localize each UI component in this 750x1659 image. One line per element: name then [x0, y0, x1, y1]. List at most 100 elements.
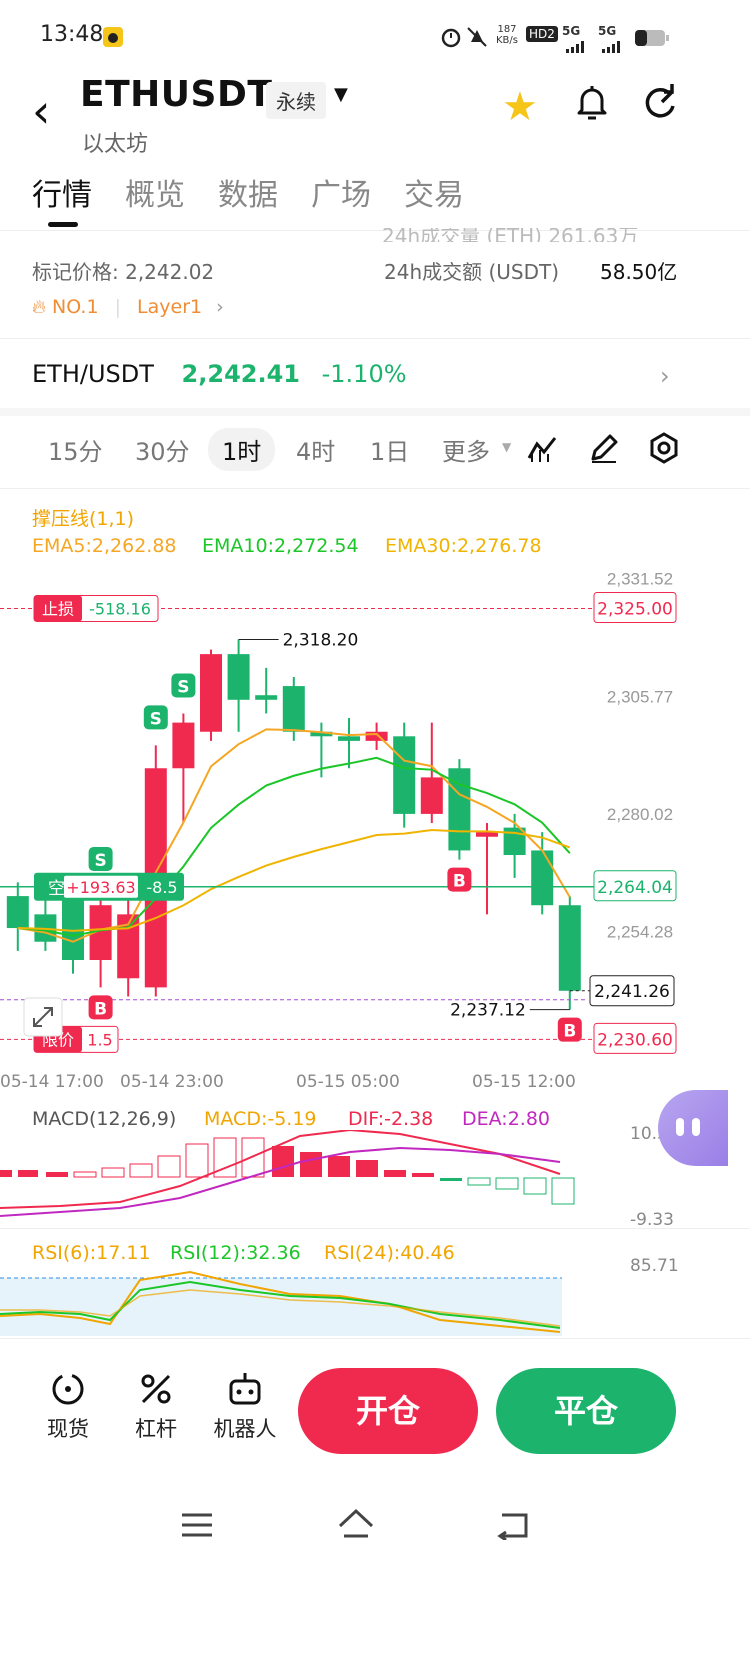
x-tick-label: 05-14 23:00 — [120, 1072, 224, 1092]
tf-1d[interactable]: 1日 — [370, 432, 409, 467]
candle — [531, 850, 554, 906]
candle — [338, 736, 360, 741]
turnover-value: 58.50亿 — [600, 260, 678, 284]
symbol-dropdown-icon[interactable]: ▼ — [334, 84, 348, 105]
candle — [255, 695, 278, 700]
marker-label: B — [94, 999, 107, 1019]
pair-chevron-icon[interactable]: › — [660, 362, 670, 390]
tf-more-caret-icon[interactable]: ▼ — [502, 440, 511, 454]
marker-label: S — [94, 851, 106, 871]
tab-trade[interactable]: 交易 — [404, 170, 464, 214]
stop-loss-pnl: -518.16 — [89, 599, 151, 618]
open-position-button[interactable]: 开仓 — [298, 1368, 478, 1454]
category-chevron-icon[interactable]: › — [216, 296, 224, 318]
tab-data[interactable]: 数据 — [218, 170, 278, 214]
contract-type-badge[interactable]: 永续 — [266, 82, 326, 119]
chart-settings-icon[interactable] — [648, 432, 680, 468]
menu-nav-icon[interactable] — [180, 1510, 214, 1544]
signal-bars-2-icon — [602, 38, 624, 57]
symbol-title[interactable]: ETHUSDT — [80, 74, 272, 115]
spot-icon — [52, 1373, 84, 1405]
macd-histogram — [0, 1137, 575, 1205]
status-bar: 13:48 187 KB/s HD2 5G 5G — [0, 0, 750, 80]
tab-square[interactable]: 广场 — [311, 170, 371, 214]
spot-button[interactable]: 现货 — [34, 1370, 102, 1443]
tf-15m[interactable]: 15分 — [48, 432, 103, 467]
back-nav-icon[interactable] — [494, 1510, 530, 1544]
tf-30m[interactable]: 30分 — [135, 432, 190, 467]
candle — [227, 654, 250, 700]
position-side: 空 — [48, 879, 65, 899]
candle — [6, 896, 29, 929]
pair-name: ETH/USDT — [32, 360, 154, 388]
marker-label: B — [453, 872, 466, 892]
candle — [558, 905, 581, 991]
alert-bell-icon[interactable] — [574, 82, 610, 126]
x-tick-label: 05-14 17:00 — [0, 1072, 104, 1092]
rsi-chart — [0, 1270, 562, 1336]
position-pnl: +193.63 — [66, 878, 135, 897]
back-button[interactable]: ‹ — [32, 88, 50, 134]
tf-4h[interactable]: 4时 — [296, 432, 335, 467]
last-price: 2,241.26 — [594, 982, 670, 1002]
rsi24-value: RSI(24):40.46 — [324, 1242, 455, 1264]
position-price: 2,264.04 — [597, 878, 673, 898]
share-refresh-icon[interactable] — [640, 82, 680, 126]
asset-name: 以太坊 — [82, 132, 149, 157]
tab-overview[interactable]: 概览 — [125, 170, 185, 214]
turnover-label: 24h成交额 (USDT) — [384, 260, 560, 284]
pair-change: -1.10% — [321, 360, 407, 388]
spot-pair-row[interactable]: ETH/USDT 2,242.41 -1.10% — [32, 360, 407, 388]
marker-label: S — [177, 677, 189, 697]
assistant-eye-icon — [692, 1118, 700, 1136]
limit-qty: 1.5 — [87, 1030, 112, 1049]
signal-5g-2: 5G — [598, 24, 617, 38]
robot-button[interactable]: 机器人 — [206, 1370, 284, 1443]
alarm-icon — [440, 26, 462, 52]
high-label: 2,318.20 — [283, 631, 359, 651]
stats-partial-row: 24h成交量 (ETH) 261.63万 — [382, 228, 639, 242]
draw-pencil-icon[interactable] — [588, 432, 620, 468]
category-tag[interactable]: Layer1 — [137, 296, 202, 318]
stop-loss-price: 2,325.00 — [597, 599, 673, 619]
assistant-eye-icon — [676, 1118, 684, 1136]
app-notification-icon — [102, 26, 124, 52]
candlestick-chart[interactable]: 2,331.52 2,305.77 2,280.02 2,254.28 止损 -518.1… — [0, 490, 710, 1080]
mute-icon — [466, 26, 488, 52]
candle — [476, 832, 498, 837]
y-tick-label: 2,305.77 — [607, 687, 673, 706]
main-tabs: 行情 概览 数据 广场 交易 — [0, 170, 750, 231]
robot-icon — [229, 1373, 261, 1405]
signal-5g-1: 5G — [562, 24, 581, 38]
x-tick-label: 05-15 12:00 — [472, 1072, 576, 1092]
y-tick-label: 2,280.02 — [607, 805, 673, 824]
rank-tag[interactable]: NO.1 — [52, 296, 99, 318]
indicator-icon[interactable] — [526, 432, 558, 468]
leverage-icon — [141, 1374, 171, 1404]
home-nav-icon[interactable] — [336, 1506, 376, 1544]
rsi6-value: RSI(6):17.11 — [32, 1242, 151, 1264]
candle — [393, 736, 416, 814]
status-time: 13:48 — [40, 22, 104, 47]
candle — [172, 722, 195, 769]
macd-label: MACD(12,26,9) — [32, 1108, 177, 1130]
assistant-bubble[interactable] — [658, 1090, 728, 1166]
favorite-star-icon[interactable]: ★ — [502, 84, 538, 130]
header: ‹ ETHUSDT 永续 ▼ 以太坊 ★ — [0, 70, 750, 180]
marker-label: B — [563, 1022, 576, 1042]
x-tick-label: 05-15 05:00 — [296, 1072, 400, 1092]
low-label: 2,237.12 — [450, 1001, 526, 1021]
tab-market[interactable]: 行情 — [32, 170, 92, 214]
position-qty: -8.5 — [146, 878, 177, 897]
tf-more[interactable]: 更多 — [442, 432, 490, 467]
leverage-button[interactable]: 杠杆 — [124, 1370, 188, 1443]
fire-icon: 🔥︎ — [32, 296, 46, 318]
macd-ybot: -9.33 — [630, 1210, 674, 1230]
dif-value: DIF:-2.38 — [348, 1108, 434, 1130]
net-speed-unit: KB/s — [496, 35, 518, 46]
macd-chart — [0, 1130, 575, 1217]
signal-bars-1-icon — [566, 38, 588, 57]
close-position-button[interactable]: 平仓 — [496, 1368, 676, 1454]
candle — [282, 686, 305, 732]
tf-1h[interactable]: 1时 — [208, 428, 276, 471]
